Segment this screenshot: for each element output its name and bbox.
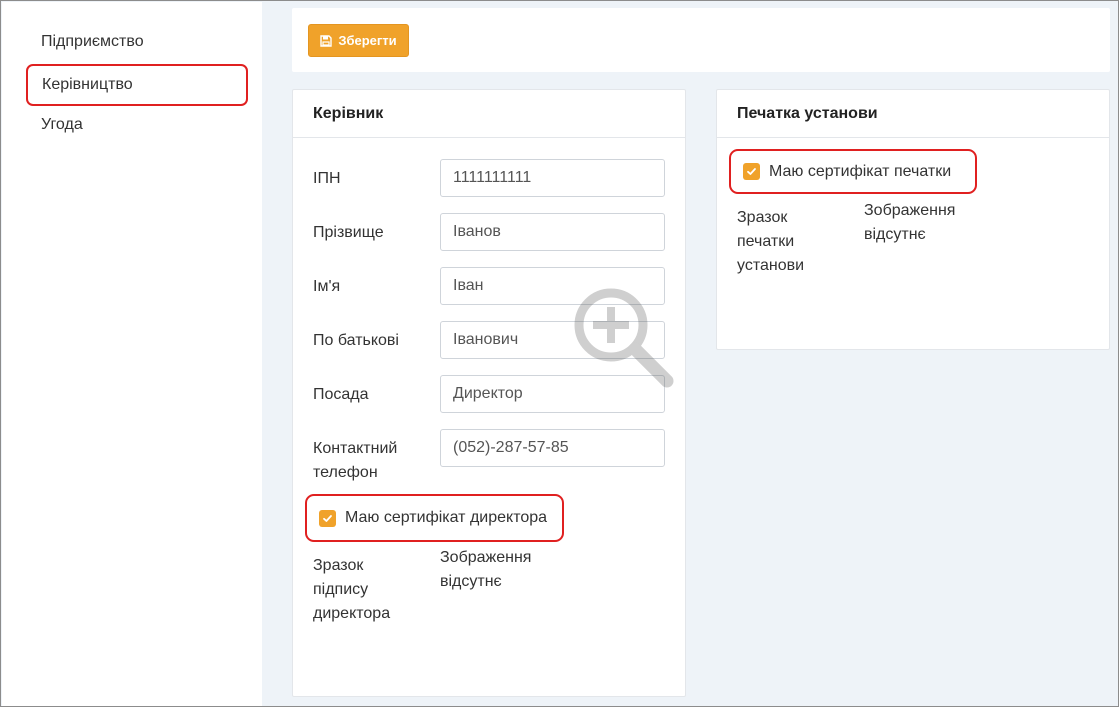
toolbar: Зберегти (292, 8, 1110, 72)
surname-input[interactable] (440, 213, 665, 251)
sidebar-item-enterprise[interactable]: Підприємство (26, 22, 248, 64)
app-frame: Підприємство Керівництво Угода Зберегти … (0, 0, 1119, 707)
sidebar-item-management[interactable]: Керівництво (26, 64, 248, 106)
director-card-title: Керівник (293, 90, 685, 138)
check-icon (743, 163, 760, 180)
phone-input[interactable] (440, 429, 665, 467)
seal-card: Печатка установи Маю сертифікат печатки … (716, 89, 1110, 350)
phone-label: Контактний телефон (313, 440, 398, 481)
patronymic-label: По батькові (313, 332, 399, 349)
director-certificate-label: Маю сертифікат директора (345, 509, 548, 526)
seal-certificate-checkbox[interactable]: Маю сертифікат печатки (729, 149, 977, 194)
director-certificate-checkbox[interactable]: Маю сертифікат директора (305, 494, 564, 542)
position-input[interactable] (440, 375, 665, 413)
sidebar: Підприємство Керівництво Угода (2, 2, 262, 706)
check-icon (319, 509, 336, 527)
first-name-label: Ім'я (313, 278, 341, 295)
position-label: Посада (313, 386, 369, 403)
seal-no-image-text: Зображення відсутнє (864, 202, 956, 243)
sidebar-item-agreement[interactable]: Угода (26, 105, 248, 147)
surname-label: Прізвище (313, 224, 384, 241)
signature-sample-label: Зразок підпису директора (313, 557, 391, 622)
ipn-label: ІПН (313, 170, 341, 187)
seal-sample-label: Зразок печатки установи (737, 209, 805, 274)
director-card: Керівник ІПН Прізвище Ім'я По батькові П… (292, 89, 686, 697)
save-button-label: Зберегти (338, 33, 397, 48)
first-name-input[interactable] (440, 267, 665, 305)
save-button[interactable]: Зберегти (308, 24, 409, 57)
seal-certificate-label: Маю сертифікат печатки (769, 162, 952, 180)
floppy-disk-icon (320, 34, 333, 47)
seal-card-title: Печатка установи (717, 90, 1109, 138)
patronymic-input[interactable] (440, 321, 665, 359)
signature-no-image-text: Зображення відсутнє (440, 549, 532, 590)
ipn-input[interactable] (440, 159, 665, 197)
